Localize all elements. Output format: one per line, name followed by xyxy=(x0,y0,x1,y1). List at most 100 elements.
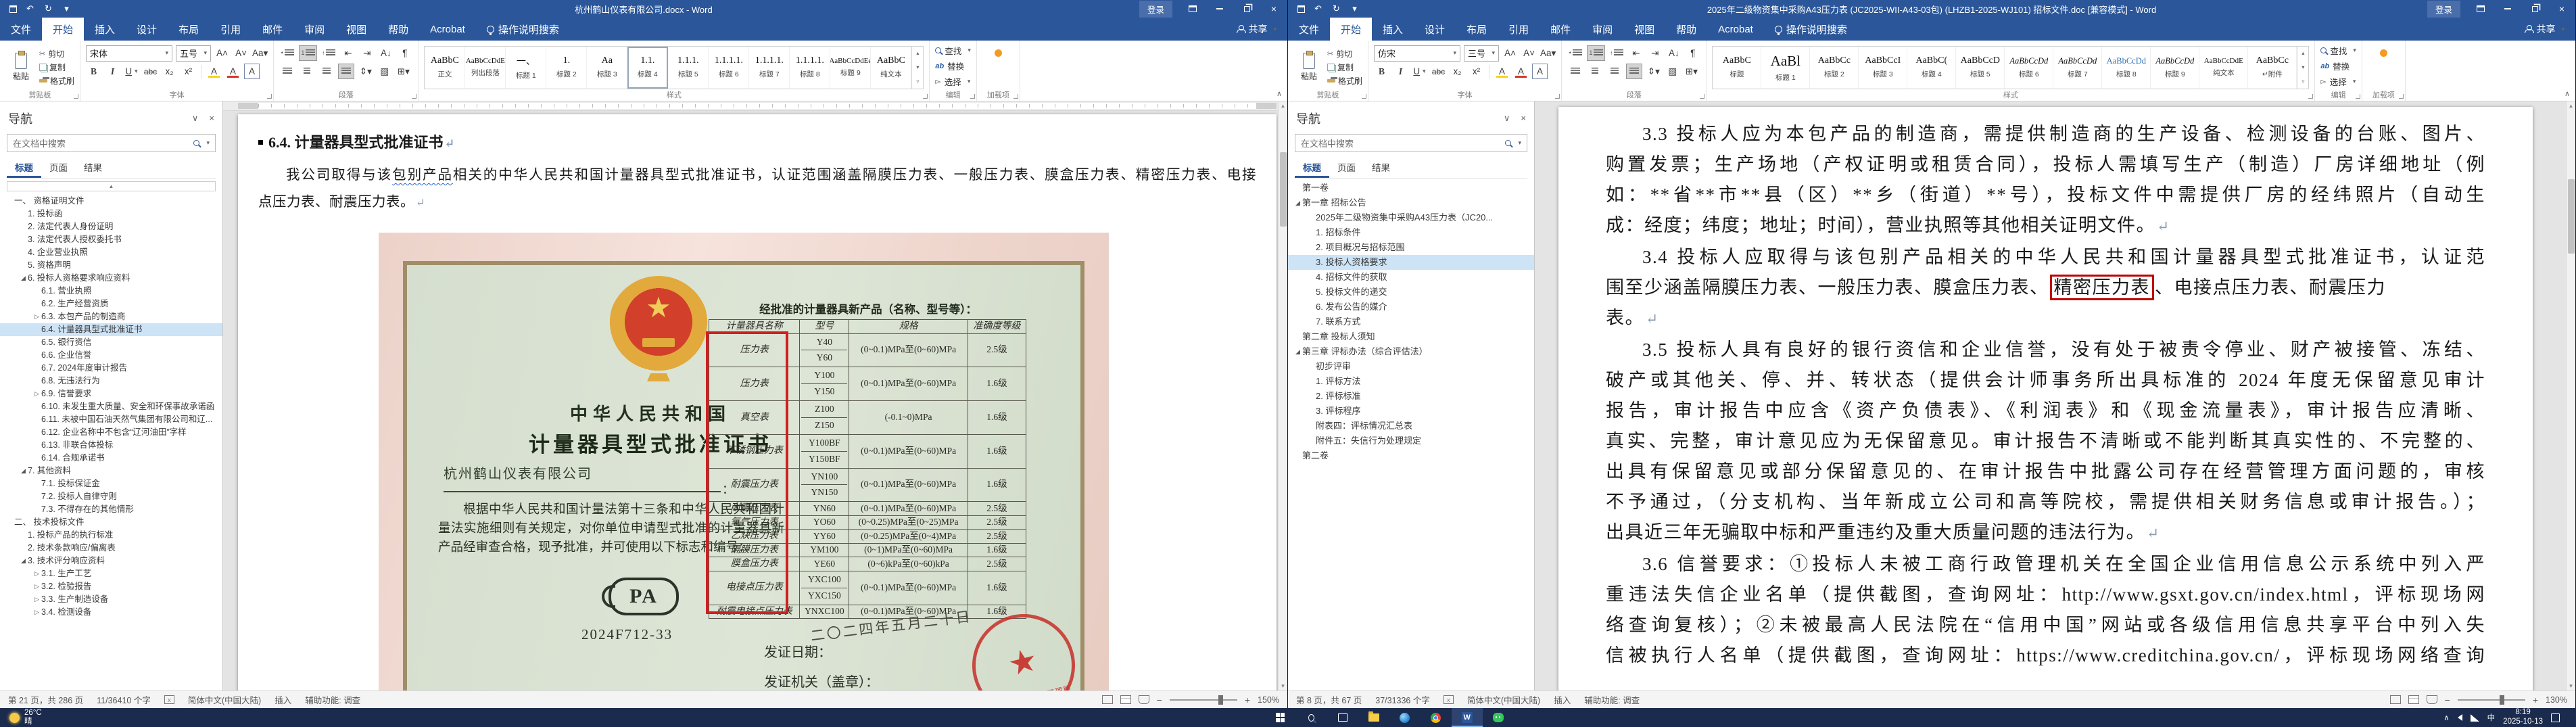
ribbon-display-options-button[interactable] xyxy=(2467,0,2494,18)
zoom-percentage[interactable]: 150% xyxy=(1258,695,1279,705)
style-item-标题 9[interactable]: AaBbCcDd 标题 9 xyxy=(2151,46,2200,89)
accessibility-status[interactable]: 辅助功能: 调查 xyxy=(1584,693,1640,706)
nav-item[interactable]: 初步评审 xyxy=(1288,359,1534,374)
dialog-launcher-icon[interactable] xyxy=(2308,94,2314,99)
numbered-list-button[interactable]: 1 xyxy=(299,45,318,61)
decrease-indent-button[interactable]: ⇤ xyxy=(340,45,356,61)
style-item-标题 7[interactable]: 1.1.1.1. 标题 7 xyxy=(749,46,790,89)
read-mode-view-icon[interactable] xyxy=(2389,695,2401,704)
nav-item[interactable]: 6.13. 非联合体投标 xyxy=(0,439,222,452)
replace-button[interactable]: ab 替换 xyxy=(2320,60,2356,72)
select-button[interactable]: ▻ 选择 ▾ xyxy=(935,75,971,88)
zoom-out-button[interactable]: − xyxy=(1157,695,1162,705)
multilevel-list-button[interactable]: ⁝ xyxy=(1608,45,1625,61)
scrollbar-thumb[interactable] xyxy=(1280,152,1287,227)
tab-操作说明搜索[interactable]: 操作说明搜索 xyxy=(1764,18,1858,41)
dialog-launcher-icon[interactable] xyxy=(74,94,79,99)
sort-button[interactable]: A↓ xyxy=(378,45,393,61)
minimize-button[interactable] xyxy=(2494,0,2521,18)
align-left-button[interactable] xyxy=(1567,64,1583,79)
restore-button[interactable] xyxy=(2521,0,2548,18)
nav-item[interactable]: 1. 招标条件 xyxy=(1288,225,1534,240)
zoom-in-button[interactable]: + xyxy=(2533,695,2538,705)
style-item-标题 7[interactable]: AaBbCcDd 标题 7 xyxy=(2053,46,2103,89)
nav-item[interactable]: 2. 法定代表人身份证明 xyxy=(0,220,222,233)
scroll-up-arrow[interactable]: ▲ xyxy=(1279,103,1287,109)
replace-button[interactable]: ab 替换 xyxy=(935,60,971,72)
italic-button[interactable]: I xyxy=(1393,64,1408,79)
nav-item[interactable]: 第二章 投标人须知 xyxy=(1288,329,1534,344)
style-item-↵附件[interactable]: AaBbCc ↵附件 xyxy=(2248,46,2297,89)
shading-button[interactable]: ▨ xyxy=(1665,64,1680,79)
zoom-slider-thumb[interactable] xyxy=(2499,695,2504,705)
web-layout-view-icon[interactable] xyxy=(2426,695,2437,704)
style-item-纯文本[interactable]: AaBbCcDdE 纯文本 xyxy=(2199,46,2249,89)
network-icon[interactable] xyxy=(2470,713,2479,722)
save-icon[interactable] xyxy=(9,5,17,13)
italic-button[interactable]: I xyxy=(105,64,120,79)
line-spacing-button[interactable]: ⇕▾ xyxy=(358,64,373,79)
copy-button[interactable]: 复制 xyxy=(1327,62,1362,73)
scroll-down-arrow[interactable]: ▼ xyxy=(1279,683,1287,689)
style-item-标题 3[interactable]: Aa 标题 3 xyxy=(587,46,628,89)
tab-插入[interactable]: 插入 xyxy=(1372,18,1414,41)
style-item-标题 6[interactable]: 1.1.1.1. 标题 6 xyxy=(709,46,750,89)
align-right-button[interactable] xyxy=(1606,64,1623,79)
nav-item[interactable]: 7.1. 投标保证金 xyxy=(0,477,222,490)
taskbar-file-explorer[interactable] xyxy=(1358,708,1389,727)
document-canvas[interactable]: 6.4. 计量器具型式批准证书 ↵ 我公司取得与该包别产品相关的中华人民共和国计量器… xyxy=(223,111,1278,690)
tab-Acrobat[interactable]: Acrobat xyxy=(1707,18,1764,41)
style-item-标题 6[interactable]: AaBbCcDd 标题 6 xyxy=(2005,46,2054,89)
nav-tab-标题[interactable]: 标题 xyxy=(7,158,41,178)
style-item-标题 5[interactable]: AaBbCcD 标题 5 xyxy=(1956,46,2005,89)
collapse-ribbon-icon[interactable]: ∧ xyxy=(2565,89,2570,98)
nav-item[interactable]: 2. 技术条款响应/偏离表 xyxy=(0,542,222,555)
taskbar-clock[interactable]: 8:19 2025-10-13 xyxy=(2503,708,2543,727)
dialog-launcher-icon[interactable] xyxy=(1700,94,1705,99)
shading-button[interactable]: ▨ xyxy=(377,64,392,79)
superscript-button[interactable]: x² xyxy=(1469,64,1484,79)
sort-button[interactable]: A↓ xyxy=(1666,45,1681,61)
style-item-标题 9[interactable]: AaBbCcDdEe 标题 9 xyxy=(830,46,872,89)
nav-tab-结果[interactable]: 结果 xyxy=(1364,158,1398,178)
expand-closed-icon[interactable]: ▷ xyxy=(32,580,41,593)
borders-button[interactable]: ⊞▾ xyxy=(1684,64,1699,79)
expand-open-icon[interactable]: ◢ xyxy=(1293,195,1302,210)
tab-操作说明搜索[interactable]: 操作说明搜索 xyxy=(476,18,570,41)
nav-item[interactable]: 6.10. 未发生重大质量、安全和环保事故承诺函 xyxy=(0,400,222,413)
increase-indent-button[interactable]: ⇥ xyxy=(1647,45,1663,61)
style-item-标题[interactable]: AaBbC 标题 xyxy=(1713,46,1762,89)
nav-item[interactable]: 7.3. 不得存在的其他情形 xyxy=(0,503,222,516)
change-case-button[interactable]: Aa▾ xyxy=(1540,45,1556,61)
expand-closed-icon[interactable]: ▷ xyxy=(32,567,41,580)
task-view-button[interactable] xyxy=(1327,708,1358,727)
dialog-launcher-icon[interactable] xyxy=(412,94,417,99)
accessibility-status[interactable]: 辅助功能: 调查 xyxy=(305,693,360,706)
bullet-list-button[interactable]: • xyxy=(1567,45,1583,61)
nav-item[interactable]: 6. 发布公告的媒介 xyxy=(1288,300,1534,314)
zoom-out-button[interactable]: − xyxy=(2445,695,2450,705)
tab-设计[interactable]: 设计 xyxy=(1414,18,1456,41)
taskbar-search-button[interactable] xyxy=(1296,708,1327,727)
nav-item[interactable]: 6.1. 营业执照 xyxy=(0,285,222,298)
expand-open-icon[interactable]: ◢ xyxy=(19,465,28,477)
nav-item[interactable]: ▷ 3.1. 生产工艺 xyxy=(0,567,222,580)
nav-item[interactable]: 6.4. 计量器具型式批准证书 xyxy=(0,323,222,336)
close-button[interactable]: × xyxy=(2548,0,2575,18)
share-button[interactable]: 共享 ▾ xyxy=(2514,18,2575,41)
nav-item[interactable]: ◢ 7. 其他资料 xyxy=(0,465,222,477)
nav-item[interactable]: 3. 投标人资格要求 xyxy=(1288,255,1534,270)
expand-open-icon[interactable]: ◢ xyxy=(1293,344,1302,359)
nav-item[interactable]: ▷ 6.9. 信誉要求 xyxy=(0,388,222,400)
addin-notification-dot[interactable] xyxy=(2379,49,2387,57)
dialog-launcher-icon[interactable] xyxy=(267,94,272,99)
nav-search-box[interactable]: 在文档中搜索 ▾ xyxy=(7,134,216,152)
find-button[interactable]: 查找 ▾ xyxy=(935,44,971,57)
nav-item[interactable]: 第一卷 xyxy=(1288,181,1534,195)
style-item-标题 8[interactable]: AaBbCcDd 标题 8 xyxy=(2102,46,2151,89)
tab-审阅[interactable]: 审阅 xyxy=(1581,18,1623,41)
nav-item[interactable]: 2. 评标标准 xyxy=(1288,389,1534,404)
tab-Acrobat[interactable]: Acrobat xyxy=(419,18,476,41)
style-item-标题 1[interactable]: 一、 标题 1 xyxy=(506,46,547,89)
grow-font-button[interactable]: A˄ xyxy=(1502,45,1518,61)
